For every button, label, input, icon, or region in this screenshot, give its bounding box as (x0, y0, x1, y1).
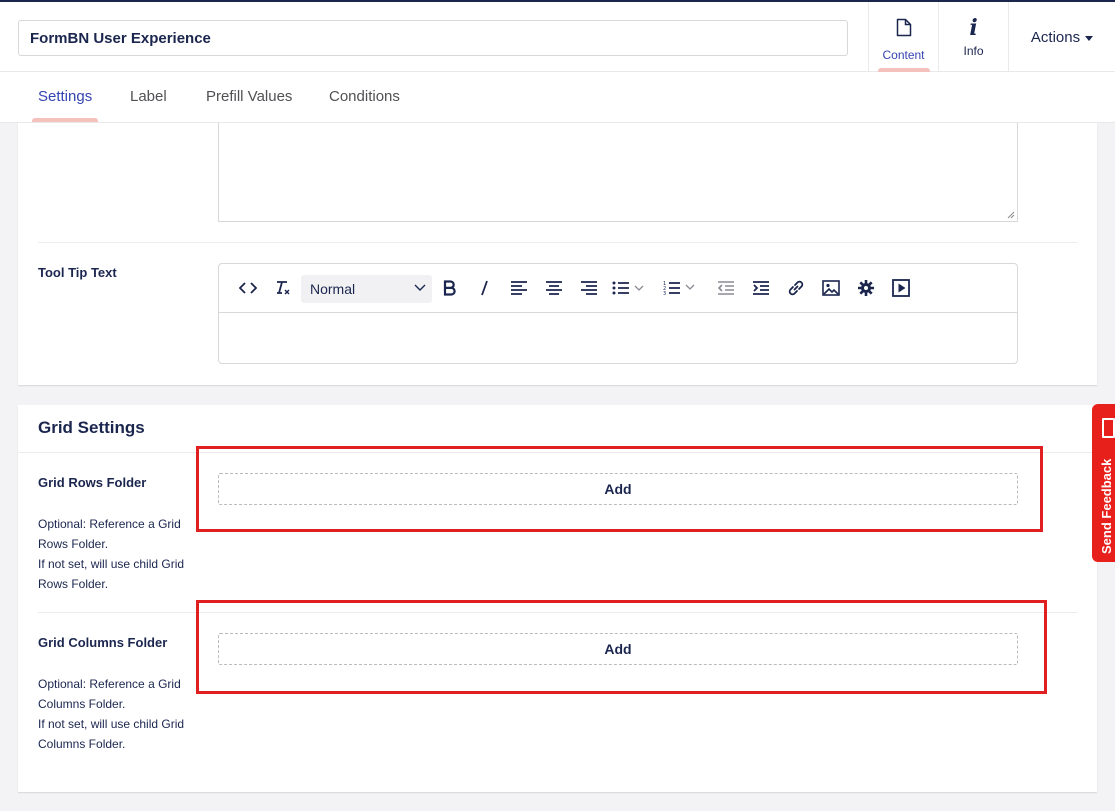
grid-rows-desc-line2: If not set, will use child Grid Rows Fol… (38, 557, 185, 591)
bullet-list-icon[interactable] (612, 276, 646, 300)
tab-settings[interactable]: Settings (31, 72, 99, 122)
property-divider (38, 242, 1077, 243)
outdent-icon[interactable] (714, 276, 738, 300)
highlight-box-columns (196, 600, 1047, 694)
grid-settings-title: Grid Settings (38, 418, 145, 437)
highlight-box-rows (196, 446, 1043, 532)
resize-handle-icon[interactable] (1007, 211, 1015, 219)
property-tabs: Settings Label Prefill Values Conditions (0, 72, 1115, 123)
grid-rows-desc-line1: Optional: Reference a Grid Rows Folder. (38, 517, 181, 551)
chevron-down-icon (414, 284, 426, 291)
grid-columns-desc-line2: If not set, will use child Grid Columns … (38, 717, 185, 751)
content-app-button[interactable]: Content (868, 2, 938, 72)
align-center-icon[interactable] (542, 276, 566, 300)
source-code-icon[interactable] (236, 276, 260, 300)
indent-icon[interactable] (749, 276, 773, 300)
node-name-input[interactable] (18, 20, 848, 56)
italic-icon[interactable] (472, 276, 496, 300)
svg-text:3: 3 (663, 291, 666, 296)
settings-panel: Tool Tip Text Normal 1 2 3 (18, 123, 1097, 385)
grid-columns-folder-description: Optional: Reference a Grid Columns Folde… (38, 674, 208, 754)
rte-toolbar: Normal 123 (219, 264, 1017, 313)
format-select[interactable]: Normal (301, 275, 432, 303)
info-icon: i (969, 15, 978, 41)
numbered-list-icon[interactable]: 123 (663, 276, 697, 300)
send-feedback-label: Send Feedback (1099, 458, 1114, 554)
grid-rows-folder-description: Optional: Reference a Grid Rows Folder. … (38, 514, 208, 594)
info-app-label: Info (963, 44, 984, 58)
document-icon (896, 18, 912, 42)
caret-down-icon (1085, 35, 1094, 41)
align-left-icon[interactable] (507, 276, 531, 300)
link-icon[interactable] (784, 276, 808, 300)
info-app-button[interactable]: i Info (938, 2, 1008, 72)
description-textarea[interactable] (218, 123, 1018, 222)
tab-prefill-values[interactable]: Prefill Values (206, 72, 292, 122)
tooltip-rich-text-editor: Normal 123 (218, 263, 1018, 364)
settings-gear-icon[interactable] (854, 276, 878, 300)
grid-rows-folder-label: Grid Rows Folder (38, 475, 147, 490)
tab-conditions[interactable]: Conditions (329, 72, 400, 122)
clear-formatting-icon[interactable] (271, 276, 295, 300)
actions-label: Actions (1030, 28, 1081, 46)
tab-label[interactable]: Label (130, 72, 167, 122)
align-right-icon[interactable] (577, 276, 601, 300)
actions-dropdown[interactable]: Actions (1008, 2, 1115, 72)
mail-icon (1102, 418, 1115, 438)
tooltip-text-label: Tool Tip Text (38, 265, 117, 280)
image-icon[interactable] (819, 276, 843, 300)
content-app-label: Content (882, 48, 925, 62)
format-select-value: Normal (310, 281, 356, 297)
bold-icon[interactable] (438, 276, 462, 300)
editor-header: Content i Info Actions (0, 0, 1115, 72)
grid-columns-desc-line1: Optional: Reference a Grid Columns Folde… (38, 677, 181, 711)
rte-content-area[interactable] (219, 313, 1017, 363)
send-feedback-tab[interactable]: Send Feedback (1092, 404, 1115, 562)
grid-columns-folder-label: Grid Columns Folder (38, 635, 168, 650)
embed-media-icon[interactable] (889, 276, 913, 300)
